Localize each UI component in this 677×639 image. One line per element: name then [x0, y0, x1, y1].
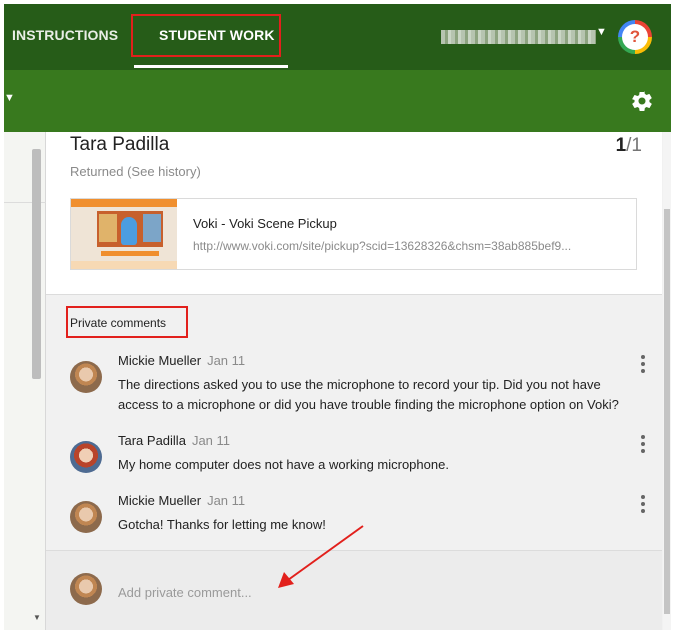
more-vert-icon[interactable]	[640, 355, 646, 373]
submission-counter: 1/1	[616, 135, 642, 157]
submission-status[interactable]: Returned (See history)	[70, 164, 201, 179]
student-header-card: Tara Padilla 1/1 Returned (See history) …	[46, 132, 662, 295]
attachment-thumbnail	[71, 199, 177, 269]
comment-date: Jan 11	[191, 433, 231, 448]
student-name: Tara Padilla	[70, 134, 170, 155]
submission-current: 1	[615, 135, 627, 156]
account-name-blurred[interactable]	[441, 30, 596, 44]
comment-text: Gotcha! Thanks for letting me know!	[118, 517, 326, 532]
submission-total: /1	[626, 135, 642, 156]
help-icon: ?	[622, 24, 648, 50]
comment-header: Tara Padilla Jan 11	[118, 433, 230, 448]
comment-author: Tara Padilla	[118, 433, 186, 448]
classroom-window: INSTRUCTIONS STUDENT WORK ▼ ? ▼ ▼ Tara P…	[4, 4, 671, 630]
more-vert-icon[interactable]	[640, 495, 646, 513]
chevron-down-icon[interactable]: ▼	[4, 92, 15, 104]
tab-student-work[interactable]: STUDENT WORK	[159, 27, 275, 43]
comment-author: Mickie Mueller	[118, 493, 202, 508]
attachment-title[interactable]: Voki - Voki Scene Pickup	[193, 216, 337, 231]
scroll-down-icon[interactable]: ▼	[33, 613, 41, 622]
comment-item: Tara Padilla Jan 11 My home computer does…	[70, 433, 650, 477]
comment-author: Mickie Mueller	[118, 353, 202, 368]
top-app-bar: INSTRUCTIONS STUDENT WORK ▼ ?	[4, 4, 671, 70]
annotation-arrow	[278, 525, 364, 588]
gear-icon[interactable]	[630, 89, 654, 113]
avatar	[70, 361, 102, 393]
comment-item: Mickie Mueller Jan 11 The directions aske…	[70, 353, 650, 413]
private-comments-heading: Private comments	[70, 316, 167, 330]
comment-date: Jan 11	[207, 353, 246, 368]
active-tab-indicator	[134, 65, 288, 68]
attachment-card[interactable]: Voki - Voki Scene Pickup http://www.voki…	[70, 198, 637, 270]
avatar	[70, 441, 102, 473]
comment-text: The directions asked you to use the micr…	[118, 377, 619, 412]
help-button[interactable]: ?	[618, 20, 652, 54]
more-vert-icon[interactable]	[640, 435, 646, 453]
comment-date: Jan 11	[207, 493, 246, 508]
account-dropdown-icon[interactable]: ▼	[596, 26, 607, 38]
tab-instructions[interactable]: INSTRUCTIONS	[12, 27, 118, 43]
attachment-url[interactable]: http://www.voki.com/site/pickup?scid=136…	[193, 239, 618, 253]
avatar	[70, 573, 102, 605]
assignment-toolbar: ▼	[4, 70, 671, 132]
left-scrollbar[interactable]	[32, 149, 41, 379]
avatar	[70, 501, 102, 533]
right-scrollbar-thumb[interactable]	[664, 209, 670, 614]
comment-header: Mickie Mueller Jan 11	[118, 353, 245, 368]
comment-text: My home computer does not have a working…	[118, 457, 449, 472]
comment-header: Mickie Mueller Jan 11	[118, 493, 245, 508]
